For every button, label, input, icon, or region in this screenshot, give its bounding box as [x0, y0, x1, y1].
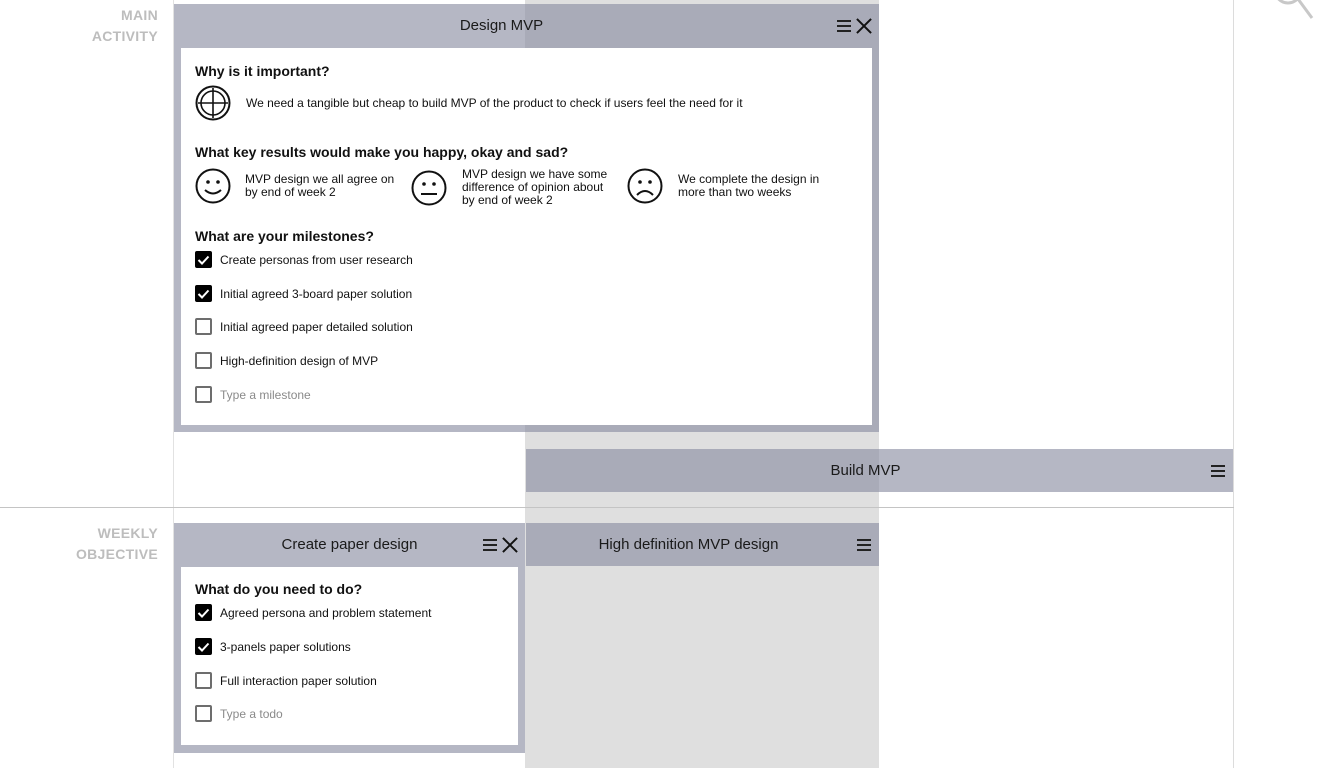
checkbox-unchecked[interactable] [195, 705, 212, 722]
key-result-okay-text: MVP design we have some difference of op… [462, 167, 608, 207]
key-results-section-title: What key results would make you happy, o… [195, 144, 569, 160]
hamburger-menu-icon[interactable] [837, 19, 851, 32]
design-mvp-card: Design MVP Why is it important? We need … [174, 4, 879, 432]
create-paper-design-header: Create paper design [174, 523, 525, 566]
row-label-weekly-objective: WEEKLY OBJECTIVE [76, 523, 158, 565]
why-text: We need a tangible but cheap to build MV… [246, 95, 743, 110]
key-result-sad: We complete the design in more than two … [627, 168, 847, 204]
milestone-label: Initial agreed paper detailed solution [220, 319, 413, 334]
checkbox-unchecked[interactable] [195, 672, 212, 689]
row-label-main-activity: MAIN ACTIVITY [92, 5, 158, 47]
high-def-design-card[interactable]: High definition MVP design [526, 523, 879, 566]
todo-item[interactable]: 3-panels paper solutions [195, 638, 351, 655]
milestone-item[interactable]: Initial agreed paper detailed solution [195, 318, 413, 335]
checkbox-unchecked[interactable] [195, 318, 212, 335]
row-label-line: WEEKLY [97, 525, 158, 541]
key-result-happy-text: MVP design we all agree on by end of wee… [245, 172, 395, 199]
why-section-title: Why is it important? [195, 63, 330, 79]
checkbox-checked[interactable] [195, 285, 212, 302]
todo-label: Full interaction paper solution [220, 673, 377, 688]
create-paper-design-title: Create paper design [281, 536, 418, 553]
build-mvp-card[interactable]: Build MVP [526, 449, 1233, 492]
create-paper-design-body: What do you need to do? Agreed persona a… [181, 567, 518, 745]
high-def-design-title: High definition MVP design [598, 536, 779, 553]
high-def-design-header-icons [857, 523, 871, 566]
build-mvp-header-icons [1211, 449, 1225, 492]
sad-face-icon [627, 168, 663, 204]
build-mvp-header: Build MVP [526, 449, 1233, 492]
design-mvp-title: Design MVP [459, 17, 544, 34]
new-todo-input[interactable] [220, 706, 440, 721]
milestone-label: Create personas from user research [220, 252, 413, 267]
milestone-item[interactable]: Create personas from user research [195, 251, 413, 268]
checkmark-icon [197, 255, 210, 265]
row-label-line: ACTIVITY [91, 28, 158, 44]
checkbox-checked[interactable] [195, 638, 212, 655]
hamburger-menu-icon[interactable] [857, 538, 871, 551]
checkmark-icon [197, 289, 210, 299]
search-icon[interactable] [1266, 0, 1316, 20]
row-label-line: MAIN [121, 7, 158, 23]
checkbox-checked[interactable] [195, 251, 212, 268]
new-todo-row[interactable] [195, 705, 440, 722]
close-icon[interactable] [855, 17, 873, 35]
hamburger-menu-icon[interactable] [1211, 464, 1225, 477]
milestone-label: Initial agreed 3-board paper solution [220, 286, 413, 301]
row-label-line: OBJECTIVE [75, 546, 158, 562]
neutral-face-icon [411, 170, 447, 205]
key-result-happy: MVP design we all agree on by end of wee… [195, 168, 395, 204]
new-milestone-input[interactable] [220, 387, 440, 402]
crosshair-target-icon [195, 85, 231, 121]
todo-item[interactable]: Agreed persona and problem statement [195, 604, 431, 621]
new-milestone-row[interactable] [195, 386, 440, 403]
board-right-border [1233, 0, 1234, 768]
build-mvp-title: Build MVP [830, 462, 901, 479]
design-mvp-header-icons [837, 4, 873, 47]
checkbox-unchecked[interactable] [195, 352, 212, 369]
todo-item[interactable]: Full interaction paper solution [195, 672, 377, 689]
checkmark-icon [197, 642, 210, 652]
milestones-section-title: What are your milestones? [195, 228, 374, 244]
close-icon[interactable] [501, 536, 519, 554]
key-result-sad-text: We complete the design in more than two … [678, 172, 820, 199]
checkbox-unchecked[interactable] [195, 386, 212, 403]
design-mvp-header: Design MVP [174, 4, 879, 47]
milestone-item[interactable]: High-definition design of MVP [195, 352, 378, 369]
happy-face-icon [195, 168, 231, 204]
create-paper-design-header-icons [483, 523, 519, 566]
design-mvp-body: Why is it important? We need a tangible … [181, 48, 872, 425]
todo-section-title: What do you need to do? [195, 581, 363, 597]
key-result-okay: MVP design we have some difference of op… [411, 168, 611, 207]
high-def-design-header: High definition MVP design [526, 523, 879, 566]
checkbox-checked[interactable] [195, 604, 212, 621]
create-paper-design-card: Create paper design What do you need to … [174, 523, 525, 753]
checkmark-icon [197, 608, 210, 618]
todo-label: Agreed persona and problem statement [220, 605, 432, 620]
row-divider [0, 507, 1234, 508]
todo-label: 3-panels paper solutions [220, 639, 351, 654]
milestone-label: High-definition design of MVP [220, 353, 379, 368]
hamburger-menu-icon[interactable] [483, 538, 497, 551]
why-row: We need a tangible but cheap to build MV… [195, 85, 743, 121]
milestone-item[interactable]: Initial agreed 3-board paper solution [195, 285, 412, 302]
